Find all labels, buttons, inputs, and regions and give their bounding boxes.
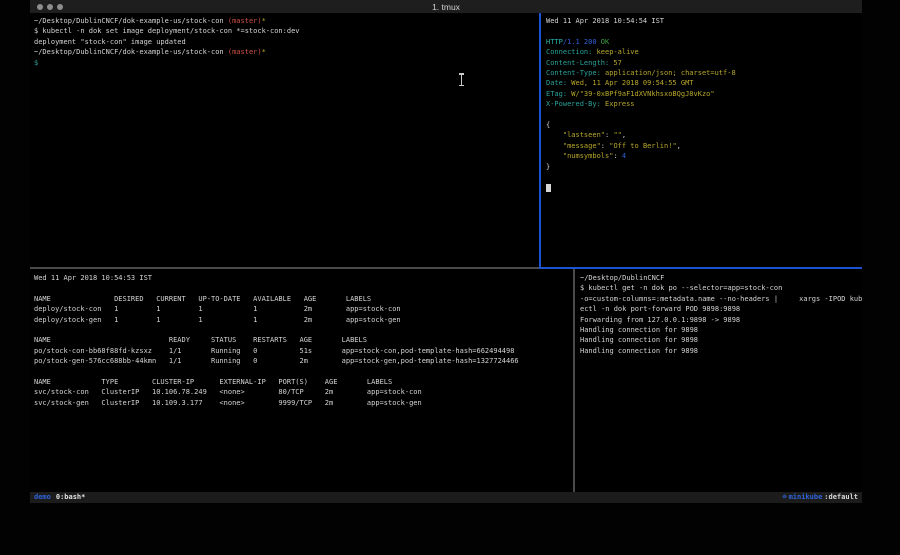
window-controls [37,4,63,10]
tmux-status-bar: demo 0:bash* ☸ minikube :default [30,492,862,503]
terminal-line [34,367,571,377]
terminal-line: ETag: W/"39-0xBPf9aF1dXVNkhsxoBQgJ8vKzo" [546,89,862,99]
terminal-line: Wed 11 Apr 2018 10:54:54 IST [546,16,862,26]
terminal-line: deploy/stock-con 1 1 1 1 2m app=stock-co… [34,304,571,314]
terminal-line: Content-Type: application/json; charset=… [546,68,862,78]
pane-divider-vertical-top[interactable] [539,13,541,267]
terminal-line: ectl -n dok port-forward POD 9898:9898 [580,304,862,314]
terminal-line: Handling connection for 9898 [580,335,862,345]
terminal-line: "message": "Off to Berlin!", [546,141,862,151]
terminal-line: -o=custom-columns=:metadata.name --no-he… [580,294,862,304]
terminal-line: Wed 11 Apr 2018 10:54:53 IST [34,273,571,283]
terminal-line [34,325,571,335]
terminal-window: 1. tmux ~/Desktop/DublinCNCF/dok-example… [30,0,862,503]
kube-context-label: minikube [789,492,823,503]
terminal-line: Connection: keep-alive [546,47,862,57]
terminal-line: Handling connection for 9898 [580,346,862,356]
status-bar-right: ☸ minikube :default [780,492,858,503]
terminal-line: $ kubectl -n dok set image deployment/st… [34,26,539,36]
terminal-line [546,110,862,120]
session-name: demo [34,492,51,503]
terminal-line: deploy/stock-gen 1 1 1 1 2m app=stock-ge… [34,315,571,325]
terminal-line: Date: Wed, 11 Apr 2018 09:54:55 GMT [546,78,862,88]
terminal-line: $ kubectl get -n dok po --selector=app=s… [580,283,862,293]
pane-divider-vertical-bottom[interactable] [573,269,575,492]
pane-top-left-shell[interactable]: ~/Desktop/DublinCNCF/dok-example-us/stoc… [30,13,539,266]
terminal-line: X-Powered-By: Express [546,99,862,109]
terminal-line [34,283,571,293]
terminal-line [546,172,862,182]
titlebar[interactable]: 1. tmux [30,0,862,13]
window-title: 1. tmux [30,2,862,12]
terminal-line: po/stock-con-bb68f88fd-kzsxz 1/1 Running… [34,346,571,356]
pane-bottom-left-kubectl-watch[interactable]: Wed 11 Apr 2018 10:54:53 IST NAME DESIRE… [30,270,571,492]
kube-namespace-label: :default [824,492,858,503]
minimize-button[interactable] [47,4,53,10]
mouse-ibeam-cursor [459,73,464,86]
terminal-line: svc/stock-gen ClusterIP 10.109.3.177 <no… [34,398,571,408]
terminal-line: ~/Desktop/DublinCNCF/dok-example-us/stoc… [34,47,539,57]
terminal-line: Content-Length: 57 [546,58,862,68]
kubernetes-wheel-icon: ☸ [782,492,786,503]
terminal-line: ~/Desktop/DublinCNCF [580,273,862,283]
terminal-line: } [546,162,862,172]
close-button[interactable] [37,4,43,10]
zoom-button[interactable] [57,4,63,10]
pane-top-right-http-response[interactable]: Wed 11 Apr 2018 10:54:54 IST HTTP/1.1 20… [542,13,862,266]
pane-divider-horizontal-left[interactable] [30,267,539,269]
terminal-line [546,26,862,36]
terminal-line: HTTP/1.1 200 OK [546,37,862,47]
terminal-line: Forwarding from 127.0.0.1:9898 -> 9898 [580,315,862,325]
terminal-line: NAME READY STATUS RESTARTS AGE LABELS [34,335,571,345]
tmux-session: ~/Desktop/DublinCNCF/dok-example-us/stoc… [30,13,862,492]
terminal-cursor [546,184,551,192]
terminal-line: NAME DESIRED CURRENT UP-TO-DATE AVAILABL… [34,294,571,304]
terminal-line: "numsymbols": 4 [546,151,862,161]
terminal-line: NAME TYPE CLUSTER-IP EXTERNAL-IP PORT(S)… [34,377,571,387]
terminal-line: po/stock-gen-576cc688bb-44kmn 1/1 Runnin… [34,356,571,366]
terminal-line: { [546,120,862,130]
terminal-line: ~/Desktop/DublinCNCF/dok-example-us/stoc… [34,16,539,26]
terminal-line: "lastseen": "", [546,130,862,140]
terminal-line: deployment "stock-con" image updated [34,37,539,47]
pane-divider-horizontal-right[interactable] [539,267,862,269]
terminal-line: $ [34,58,539,68]
pane-bottom-right-port-forward[interactable]: ~/Desktop/DublinCNCF$ kubectl get -n dok… [576,270,862,492]
terminal-line: Handling connection for 9898 [580,325,862,335]
terminal-line [546,183,862,193]
status-bar-left: demo 0:bash* [34,492,85,503]
window-item-bash[interactable]: 0:bash* [56,492,86,503]
terminal-line: svc/stock-con ClusterIP 10.106.78.249 <n… [34,387,571,397]
